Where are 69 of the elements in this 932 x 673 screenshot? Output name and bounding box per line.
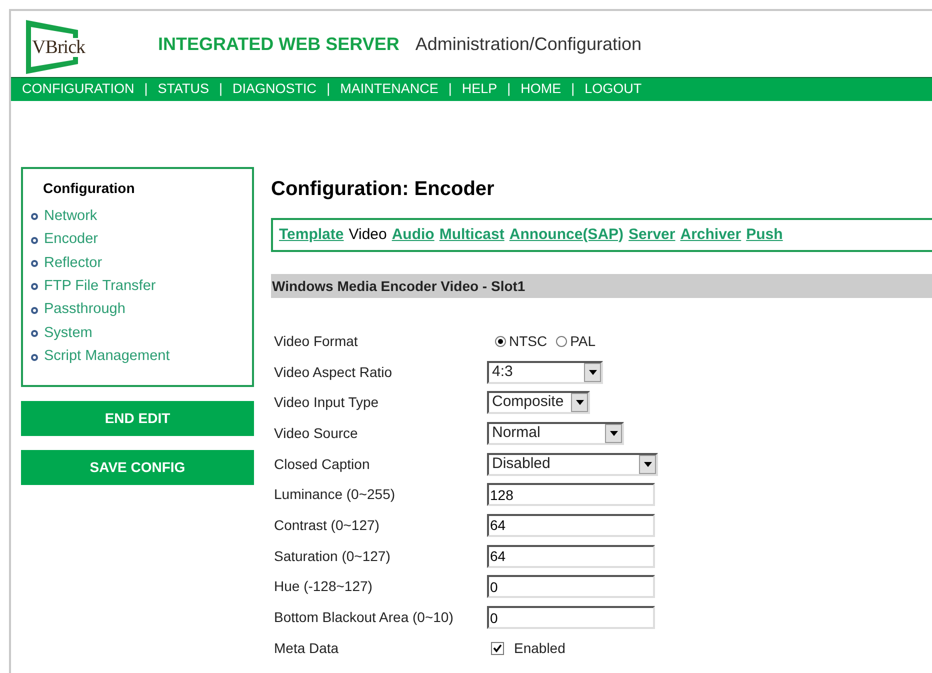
- bullet-icon: [31, 236, 38, 244]
- checkbox[interactable]: [491, 642, 504, 655]
- radio-label: PAL: [570, 332, 596, 351]
- logo-text: VBrick: [31, 38, 86, 56]
- nav-link[interactable]: CONFIGURATION: [22, 79, 134, 100]
- nav-link[interactable]: HELP: [462, 79, 498, 100]
- field-label: Video Format: [273, 332, 359, 351]
- field-label: Closed Caption: [273, 454, 371, 474]
- input-field[interactable]: 0: [487, 606, 655, 630]
- field-label: Video Source: [273, 424, 359, 443]
- nav-separator: |: [326, 80, 330, 98]
- checkbox-label: Enabled: [514, 638, 566, 658]
- field-label: Contrast (0~127): [273, 516, 380, 535]
- bullet-icon: [31, 260, 38, 267]
- sidebar-link[interactable]: Passthrough: [44, 299, 126, 322]
- bullet-icon: [31, 213, 38, 220]
- action-button[interactable]: END EDIT: [21, 401, 254, 436]
- section-header: Windows Media Encoder Video - Slot1: [271, 274, 932, 298]
- nav-separator: |: [448, 80, 452, 98]
- sidebar-title: Configuration: [43, 179, 136, 198]
- app-subtitle: Administration/Configuration: [415, 32, 642, 56]
- field-label: Meta Data: [273, 638, 340, 658]
- dropdown[interactable]: Composite: [487, 391, 590, 414]
- tab[interactable]: Server: [628, 224, 676, 246]
- sidebar-link[interactable]: FTP File Transfer: [44, 276, 156, 298]
- dropdown[interactable]: Disabled: [487, 452, 658, 476]
- tab[interactable]: Archiver: [680, 224, 742, 246]
- nav-separator: |: [571, 80, 575, 98]
- tab[interactable]: Push: [746, 224, 783, 246]
- nav-link[interactable]: DIAGNOSTIC: [232, 79, 317, 100]
- tab[interactable]: Template: [279, 224, 344, 246]
- input-field[interactable]: 64: [487, 514, 655, 537]
- nav-link[interactable]: MAINTENANCE: [340, 79, 438, 100]
- sidebar-link[interactable]: Script Management: [44, 346, 170, 368]
- bullet-icon: [31, 330, 38, 338]
- nav-link[interactable]: HOME: [520, 79, 562, 100]
- nav-separator: |: [507, 80, 511, 98]
- dropdown[interactable]: 4:3: [487, 360, 603, 384]
- bullet-icon: [31, 354, 38, 361]
- sidebar-link[interactable]: Network: [44, 206, 98, 228]
- sidebar-link[interactable]: Encoder: [44, 229, 98, 251]
- field-label: Hue (-128~127): [273, 577, 374, 596]
- nav-separator: |: [219, 80, 223, 98]
- page-title: Configuration: Encoder: [271, 177, 496, 202]
- tab[interactable]: Audio: [392, 224, 434, 246]
- radio-button[interactable]: [556, 336, 568, 347]
- nav-link[interactable]: LOGOUT: [584, 79, 642, 100]
- bullet-icon: [31, 283, 38, 290]
- sidebar-link[interactable]: Reflector: [44, 252, 102, 274]
- field-label: Saturation (0~127): [273, 546, 392, 566]
- input-field[interactable]: 0: [487, 575, 655, 598]
- dropdown[interactable]: Normal: [487, 422, 624, 445]
- field-label: Bottom Blackout Area (0~10): [273, 608, 454, 628]
- input-field[interactable]: 128: [487, 483, 655, 506]
- bullet-icon: [31, 306, 38, 314]
- radio-label: NTSC: [509, 332, 548, 351]
- input-field[interactable]: 64: [487, 544, 655, 568]
- field-label: Video Input Type: [273, 393, 380, 412]
- field-label: Luminance (0~255): [273, 485, 396, 504]
- nav-separator: |: [144, 80, 148, 98]
- sidebar-link[interactable]: System: [44, 322, 92, 345]
- field-label: Video Aspect Ratio: [273, 362, 394, 382]
- nav-link[interactable]: STATUS: [158, 79, 210, 100]
- tab[interactable]: Video: [348, 224, 387, 246]
- tab[interactable]: Multicast: [439, 224, 504, 246]
- tab[interactable]: Announce(SAP): [509, 224, 624, 246]
- app-title: INTEGRATED WEB SERVER: [158, 32, 400, 56]
- radio-button[interactable]: [495, 336, 506, 347]
- action-button[interactable]: SAVE CONFIG: [21, 450, 254, 485]
